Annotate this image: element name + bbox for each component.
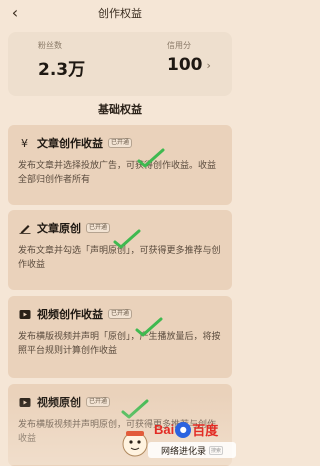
pen-icon xyxy=(18,222,31,235)
status-badge: 已开通 xyxy=(108,309,133,319)
watermark-caption: 网络进化录 搜索 xyxy=(148,442,236,458)
yuan-icon: ¥ xyxy=(21,136,28,150)
feature-card-video-income[interactable]: 视频创作收益 已开通 发布横版视频并声明「原创」，产生播放量后，将按照平台规则计… xyxy=(8,296,232,378)
feature-name: 视频创作收益 xyxy=(37,308,103,321)
feature-name: 视频原创 xyxy=(37,396,81,409)
check-mark-icon xyxy=(112,228,142,250)
chevron-right-icon[interactable]: › xyxy=(207,59,211,72)
status-badge: 已开通 xyxy=(86,223,111,233)
section-title: 基础权益 xyxy=(98,103,142,116)
fans-value: 2.3万 xyxy=(38,60,86,80)
check-mark-icon xyxy=(134,316,164,338)
credit-value: 100 xyxy=(167,55,203,75)
status-badge: 已开通 xyxy=(108,138,133,148)
status-badge: 已开通 xyxy=(86,397,111,407)
page-title: 创作权益 xyxy=(98,7,142,20)
feature-desc: 发布文章并选择投放广告，可获得创作收益。收益全部归创作者所有 xyxy=(18,161,217,185)
fans-stat[interactable]: 粉丝数 2.3万 xyxy=(38,40,85,80)
credit-stat[interactable]: 信用分 100 › xyxy=(167,40,211,75)
feature-desc: 发布横版视频并声明「原创」，产生播放量后，将按照平台规则计算创作收益 xyxy=(18,332,221,356)
fans-label: 粉丝数 xyxy=(38,41,62,50)
top-bar: ‹ 创作权益 xyxy=(0,0,240,26)
feature-name: 文章创作收益 xyxy=(37,137,103,150)
stats-card: 粉丝数 2.3万 信用分 100 › xyxy=(8,32,232,96)
check-mark-icon xyxy=(136,147,166,169)
paw-icon: ● xyxy=(175,421,192,438)
feature-name: 文章原创 xyxy=(37,222,81,235)
check-mark-icon xyxy=(120,398,150,420)
mascot-icon xyxy=(120,428,150,458)
credit-label: 信用分 xyxy=(167,41,191,50)
video-icon xyxy=(18,308,31,321)
baidu-logo: Bai ● 百度 xyxy=(154,421,219,439)
video-icon xyxy=(18,396,31,409)
feature-card-article-original[interactable]: 文章原创 已开通 发布文章并勾选「声明原创」，可获得更多推荐与创作收益 xyxy=(8,210,232,290)
feature-card-article-income[interactable]: ¥ 文章创作收益 已开通 发布文章并选择投放广告，可获得创作收益。收益全部归创作… xyxy=(8,125,232,205)
search-badge: 搜索 xyxy=(209,445,224,455)
baidu-watermark: Bai ● 百度 网络进化录 搜索 xyxy=(148,420,236,462)
